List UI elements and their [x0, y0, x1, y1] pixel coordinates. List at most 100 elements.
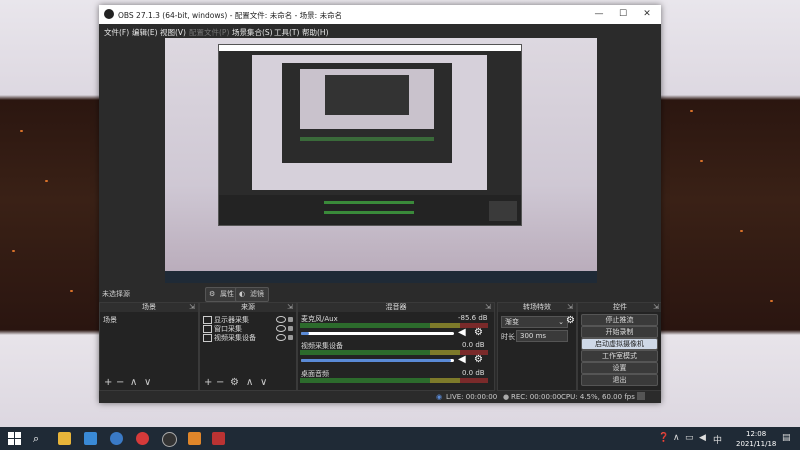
taskbar: ⌕ ❓ ∧ ▭ ◀ 中 12:08 2021/11/18 ▤	[0, 427, 800, 450]
mixer-channel-db: -85.6 dB	[458, 314, 488, 322]
source-item[interactable]: 窗口采集	[200, 324, 296, 333]
move-source-up-button[interactable]: ∧	[246, 377, 253, 388]
browser-icon[interactable]	[110, 432, 123, 445]
search-icon[interactable]: ⌕	[33, 432, 46, 445]
preview-toolbar: 未选择源	[99, 285, 661, 301]
network-icon[interactable]: ▭	[685, 433, 694, 443]
move-scene-down-button[interactable]: ∨	[144, 377, 151, 388]
source-properties-gear-icon[interactable]: ⚙	[230, 377, 239, 388]
obs-taskbar-icon[interactable]	[162, 432, 177, 447]
duration-label: 时长	[501, 333, 515, 341]
chevron-up-icon[interactable]: ∧	[673, 433, 680, 443]
menu-tools[interactable]: 工具(T)	[274, 27, 299, 38]
remove-source-button[interactable]: −	[216, 377, 224, 388]
start-virtual-camera-button[interactable]: 启动虚拟摄像机	[581, 338, 658, 350]
dock-pin-icon[interactable]: ⇲	[567, 303, 573, 312]
nested-controls	[489, 201, 517, 221]
studio-mode-button[interactable]: 工作室模式	[581, 350, 658, 362]
menu-file[interactable]: 文件(F)	[104, 27, 129, 38]
filters-button[interactable]: ◐ 滤镜	[235, 287, 269, 302]
add-scene-button[interactable]: +	[104, 377, 112, 388]
ember-decoration	[700, 160, 703, 162]
settings-button[interactable]: 设置	[581, 362, 658, 374]
file-explorer-icon[interactable]	[58, 432, 71, 445]
maximize-button[interactable]: ☐	[611, 7, 635, 22]
lock-icon[interactable]	[288, 326, 293, 331]
mail-icon[interactable]	[84, 432, 97, 445]
ember-decoration	[12, 250, 15, 252]
selected-source-label: 未选择源	[102, 290, 130, 298]
exit-button[interactable]: 退出	[581, 374, 658, 386]
nested-taskbar	[165, 271, 597, 283]
dock-pin-icon[interactable]: ⇲	[653, 303, 659, 312]
lock-icon[interactable]	[288, 317, 293, 322]
minimize-button[interactable]: —	[587, 7, 611, 22]
clock-time[interactable]: 12:08	[746, 430, 766, 438]
source-item[interactable]: 视频采集设备	[200, 333, 296, 342]
nested-preview-level-1	[218, 44, 522, 226]
close-button[interactable]: ✕	[635, 7, 659, 22]
sources-header: 来源 ⇲	[200, 303, 296, 312]
ember-decoration	[70, 290, 73, 292]
volume-slider[interactable]	[301, 332, 454, 335]
move-scene-up-button[interactable]: ∧	[130, 377, 137, 388]
dock-pin-icon[interactable]: ⇲	[287, 303, 293, 312]
speaker-icon[interactable]: ◀	[458, 355, 468, 365]
title-bar: OBS 27.1.3 (64-bit, windows) - 配置文件: 未命名…	[99, 5, 661, 24]
remove-scene-button[interactable]: −	[116, 377, 124, 388]
duration-input[interactable]: 300 ms	[516, 330, 568, 342]
gear-icon[interactable]: ⚙	[474, 328, 484, 338]
live-time: LIVE: 00:00:00	[446, 393, 498, 401]
clock-date[interactable]: 2021/11/18	[736, 440, 776, 448]
lock-icon[interactable]	[288, 335, 293, 340]
nested-preview	[252, 55, 487, 190]
stop-streaming-button[interactable]: 停止推流	[581, 314, 658, 326]
camera-icon	[203, 334, 212, 342]
menu-profile[interactable]: 配置文件(P)	[189, 27, 229, 38]
source-item[interactable]: 显示器采集	[200, 315, 296, 324]
controls-header: 控件 ⇲	[578, 303, 661, 312]
dock-pin-icon[interactable]: ⇲	[189, 303, 195, 312]
filters-label: 滤镜	[250, 290, 264, 298]
mixer-panel: 混音器 ⇲ 麦克风/Aux -85.6 dB ◀ ⚙ 视频采集设备 0.0 dB …	[297, 302, 495, 391]
controls-panel: 控件 ⇲ 停止推流 开始录制 启动虚拟摄像机 工作室模式 设置 退出	[577, 302, 661, 391]
menu-view[interactable]: 视图(V)	[160, 27, 186, 38]
windows-start-icon[interactable]	[8, 432, 21, 445]
move-source-down-button[interactable]: ∨	[260, 377, 267, 388]
ember-decoration	[690, 110, 693, 112]
add-source-button[interactable]: +	[204, 377, 212, 388]
properties-button[interactable]: ⚙ 属性	[205, 287, 239, 302]
volume-slider[interactable]	[301, 359, 454, 362]
transition-type-select[interactable]: 渐变 ⌄	[501, 316, 568, 328]
visibility-eye-icon[interactable]	[276, 316, 286, 323]
language-indicator[interactable]: 中	[713, 433, 722, 446]
preview-canvas[interactable]	[165, 38, 597, 283]
menu-help[interactable]: 帮助(H)	[302, 27, 329, 38]
sources-panel: 来源 ⇲ 显示器采集 窗口采集 视频采集设备 + − ⚙ ∧ ∨	[199, 302, 297, 391]
menu-edit[interactable]: 编辑(E)	[132, 27, 158, 38]
app-icon[interactable]	[188, 432, 201, 445]
ember-decoration	[740, 230, 743, 232]
start-recording-button[interactable]: 开始录制	[581, 326, 658, 338]
music-app-icon[interactable]	[136, 432, 149, 445]
nested-preview-level-2	[282, 63, 452, 163]
properties-label: 属性	[220, 290, 234, 298]
app-icon[interactable]	[212, 432, 225, 445]
speaker-icon[interactable]: ◀	[458, 328, 468, 338]
visibility-eye-icon[interactable]	[276, 325, 286, 332]
notification-icon[interactable]: ▤	[782, 433, 791, 443]
visibility-eye-icon[interactable]	[276, 334, 286, 341]
mixer-channel-db: 0.0 dB	[462, 369, 485, 377]
window-title: OBS 27.1.3 (64-bit, windows) - 配置文件: 未命名…	[118, 11, 343, 20]
ember-decoration	[20, 130, 23, 132]
volume-icon[interactable]: ◀	[699, 433, 706, 443]
menu-scene-collection[interactable]: 场景集合(S)	[232, 27, 273, 38]
scene-item[interactable]: 场景	[103, 315, 117, 325]
monitor-icon	[203, 316, 212, 324]
help-icon[interactable]: ❓	[658, 433, 669, 443]
ember-decoration	[45, 180, 48, 182]
gear-icon[interactable]: ⚙	[566, 316, 576, 326]
dock-pin-icon[interactable]: ⇲	[485, 303, 491, 312]
transitions-header: 转场特效 ⇲	[498, 303, 576, 312]
gear-icon[interactable]: ⚙	[474, 355, 484, 365]
